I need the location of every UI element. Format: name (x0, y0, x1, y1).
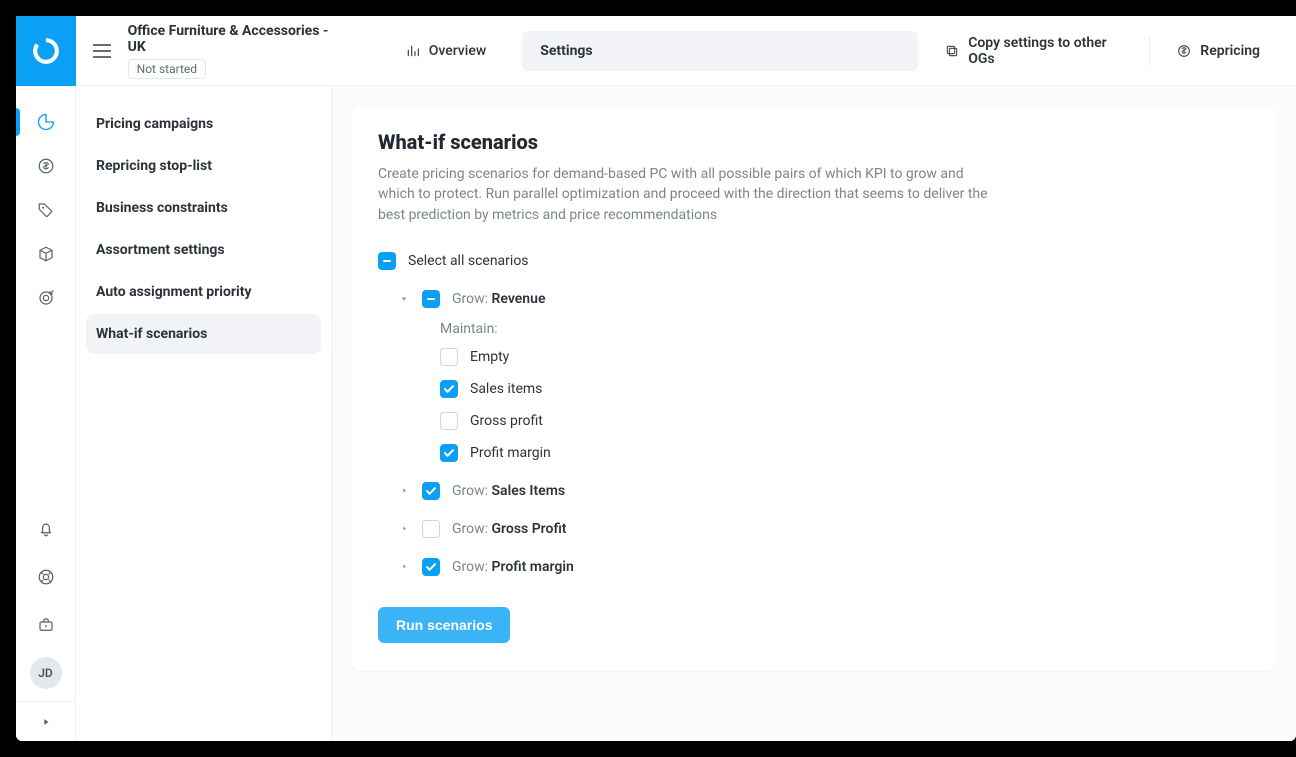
card-title: What-if scenarios (378, 130, 1250, 154)
grow-prefix: Grow: (452, 521, 492, 537)
repricing-label: Repricing (1200, 43, 1260, 59)
rail-expand-toggle[interactable] (16, 701, 75, 741)
divider (1149, 37, 1150, 65)
status-badge: Not started (128, 59, 206, 79)
menu-icon[interactable] (86, 34, 118, 68)
subnav-repricing-stop-list[interactable]: Repricing stop-list (86, 146, 321, 186)
left-rail: JD (16, 16, 76, 741)
user-avatar[interactable]: JD (30, 657, 62, 689)
app-logo (16, 16, 76, 86)
refresh-icon (1176, 43, 1192, 59)
select-all-row: Select all scenarios (378, 245, 1250, 277)
subnav-what-if-scenarios[interactable]: What-if scenarios (86, 314, 321, 354)
tab-overview-label: Overview (429, 43, 486, 59)
settings-subnav: Pricing campaigns Repricing stop-list Bu… (76, 86, 332, 741)
grow-prefix: Grow: (452, 559, 492, 575)
maintain-label: Maintain: (378, 321, 1250, 337)
copy-icon (944, 43, 960, 59)
select-all-label: Select all scenarios (408, 253, 529, 269)
maintain-sales-items-row: Sales items (378, 373, 1250, 405)
caret-right-icon[interactable] (398, 487, 410, 494)
rail-item-tags[interactable] (16, 188, 75, 232)
maintain-sales-items-checkbox[interactable] (440, 380, 458, 398)
grow-sales-items-row: Grow: Sales Items (378, 475, 1250, 507)
grow-revenue-label: Revenue (492, 291, 546, 307)
maintain-empty-label: Empty (470, 349, 509, 365)
maintain-empty-checkbox[interactable] (440, 348, 458, 366)
repricing-button[interactable]: Repricing (1160, 33, 1276, 69)
grow-prefix: Grow: (452, 291, 492, 307)
subnav-auto-assignment-priority[interactable]: Auto assignment priority (86, 272, 321, 312)
maintain-gross-profit-label: Gross profit (470, 413, 543, 429)
grow-revenue-checkbox[interactable] (422, 290, 440, 308)
caret-right-icon[interactable] (398, 563, 410, 570)
card-description: Create pricing scenarios for demand-base… (378, 164, 998, 225)
help-icon[interactable] (37, 561, 55, 593)
briefcase-icon[interactable] (37, 609, 55, 641)
grow-gross-profit-row: Grow: Gross Profit (378, 513, 1250, 545)
maintain-empty-row: Empty (378, 341, 1250, 373)
maintain-profit-margin-label: Profit margin (470, 445, 551, 461)
what-if-card: What-if scenarios Create pricing scenari… (352, 106, 1276, 671)
maintain-profit-margin-row: Profit margin (378, 437, 1250, 469)
grow-gross-profit-checkbox[interactable] (422, 520, 440, 538)
caret-down-icon[interactable] (398, 295, 410, 303)
select-all-checkbox[interactable] (378, 252, 396, 270)
copy-settings-button[interactable]: Copy settings to other OGs (928, 33, 1139, 69)
subnav-pricing-campaigns[interactable]: Pricing campaigns (86, 104, 321, 144)
grow-sales-items-label: Sales Items (492, 483, 566, 499)
rail-item-analytics[interactable] (16, 100, 75, 144)
maintain-sales-items-label: Sales items (470, 381, 542, 397)
tab-settings[interactable]: Settings (522, 31, 918, 71)
tab-overview[interactable]: Overview (381, 31, 512, 71)
grow-prefix: Grow: (452, 483, 492, 499)
grow-revenue-row: Grow: Revenue (378, 283, 1250, 315)
notifications-icon[interactable] (37, 513, 55, 545)
rail-item-pricing[interactable] (16, 144, 75, 188)
grow-gross-profit-label: Gross Profit (492, 521, 567, 537)
subnav-assortment-settings[interactable]: Assortment settings (86, 230, 321, 270)
rail-item-goals[interactable] (16, 276, 75, 320)
page-header: Office Furniture & Accessories - UK Not … (76, 16, 1296, 86)
grow-profit-margin-row: Grow: Profit margin (378, 551, 1250, 583)
subnav-business-constraints[interactable]: Business constraints (86, 188, 321, 228)
caret-right-icon[interactable] (398, 525, 410, 532)
rail-item-inventory[interactable] (16, 232, 75, 276)
tab-settings-label: Settings (540, 43, 592, 59)
maintain-profit-margin-checkbox[interactable] (440, 444, 458, 462)
page-title: Office Furniture & Accessories - UK (128, 23, 335, 55)
grow-profit-margin-label: Profit margin (492, 559, 574, 575)
copy-settings-label: Copy settings to other OGs (968, 35, 1123, 67)
maintain-gross-profit-checkbox[interactable] (440, 412, 458, 430)
run-scenarios-button[interactable]: Run scenarios (378, 607, 510, 643)
maintain-gross-profit-row: Gross profit (378, 405, 1250, 437)
grow-profit-margin-checkbox[interactable] (422, 558, 440, 576)
chart-icon (405, 43, 421, 59)
grow-sales-items-checkbox[interactable] (422, 482, 440, 500)
